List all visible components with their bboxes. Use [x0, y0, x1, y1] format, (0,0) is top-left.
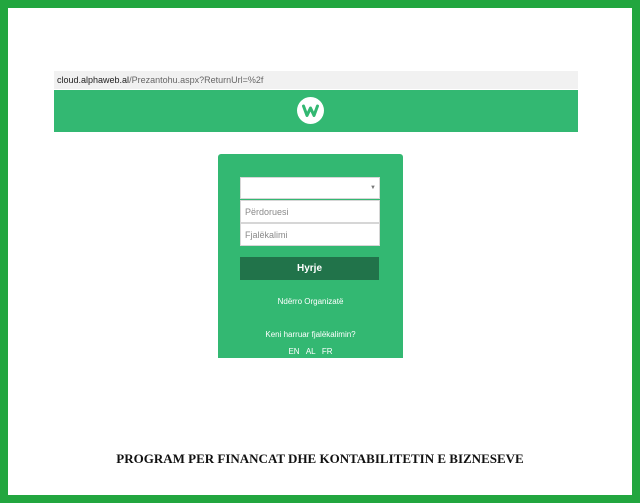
lang-fr-link[interactable]: FR	[322, 347, 333, 356]
language-switcher: EN AL FR	[218, 347, 403, 356]
footer-tagline: PROGRAM PER FINANCAT DHE KONTABILITETIN …	[116, 451, 524, 466]
address-bar[interactable]: cloud.alphaweb.al/Prezantohu.aspx?Return…	[54, 71, 578, 89]
organization-select[interactable]: ▼	[240, 177, 380, 199]
username-input[interactable]	[240, 200, 380, 223]
w-logo-icon[interactable]	[297, 97, 324, 124]
url-host: cloud.alphaweb.al	[57, 75, 130, 85]
caret-down-icon: ▼	[370, 185, 376, 191]
change-organization-link[interactable]: Ndërro Organizatë	[218, 297, 403, 306]
lang-al-link[interactable]: AL	[306, 347, 316, 356]
login-button[interactable]: Hyrje	[240, 257, 379, 280]
url-path: /Prezantohu.aspx?ReturnUrl=%2f	[129, 75, 264, 85]
password-input[interactable]	[240, 223, 380, 246]
lang-en-link[interactable]: EN	[288, 347, 299, 356]
forgot-password-link[interactable]: Keni harruar fjalëkalimin?	[218, 330, 403, 339]
